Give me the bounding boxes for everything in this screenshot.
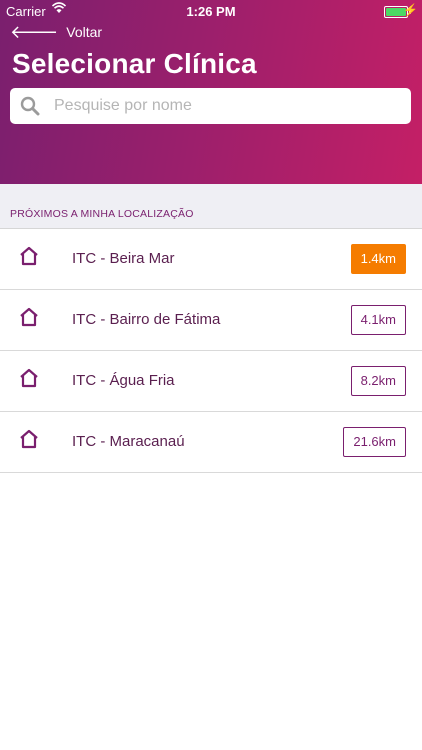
magnifier-icon xyxy=(20,96,40,116)
clinic-row-agua-fria[interactable]: ITC - Água Fria 8.2km xyxy=(0,351,422,412)
back-label: Voltar xyxy=(66,24,103,40)
distance-badge: 4.1km xyxy=(350,305,406,335)
clinic-name: ITC - Bairro de Fátima xyxy=(72,311,221,328)
status-bar: Carrier 1:26 PM ⚡ xyxy=(0,0,422,22)
home-icon xyxy=(20,246,38,266)
distance-badge: 21.6km xyxy=(343,427,406,457)
distance-badge: 1.4km xyxy=(350,244,406,274)
section-header: PRÓXIMOS A MINHA LOCALIZAÇÃO xyxy=(0,184,422,229)
home-icon xyxy=(20,368,38,388)
back-button[interactable]: 🡐 Voltar xyxy=(10,22,102,42)
arrow-left-icon: 🡐 xyxy=(10,22,59,42)
charging-icon: ⚡ xyxy=(403,3,418,17)
distance-badge: 8.2km xyxy=(350,366,406,396)
clinic-row-bairro-de-fatima[interactable]: ITC - Bairro de Fátima 4.1km xyxy=(0,290,422,351)
header: Carrier 1:26 PM ⚡ 🡐 Voltar Selecionar Cl… xyxy=(0,0,422,184)
search-input[interactable] xyxy=(52,96,396,116)
clock: 1:26 PM xyxy=(186,4,236,19)
clinic-name: ITC - Beira Mar xyxy=(72,250,175,267)
clinic-name: ITC - Maracanaú xyxy=(72,433,185,450)
clinic-row-maracanau[interactable]: ITC - Maracanaú 21.6km xyxy=(0,412,422,473)
home-icon xyxy=(20,307,38,327)
section-label: PRÓXIMOS A MINHA LOCALIZAÇÃO xyxy=(10,208,194,220)
clinic-list: ITC - Beira Mar 1.4km ITC - Bairro de Fá… xyxy=(0,229,422,473)
search-bar[interactable] xyxy=(10,88,411,124)
page-title: Selecionar Clínica xyxy=(12,48,257,79)
clinic-row-beira-mar[interactable]: ITC - Beira Mar 1.4km xyxy=(0,229,422,290)
home-icon xyxy=(20,429,38,449)
clinic-name: ITC - Água Fria xyxy=(72,372,175,389)
